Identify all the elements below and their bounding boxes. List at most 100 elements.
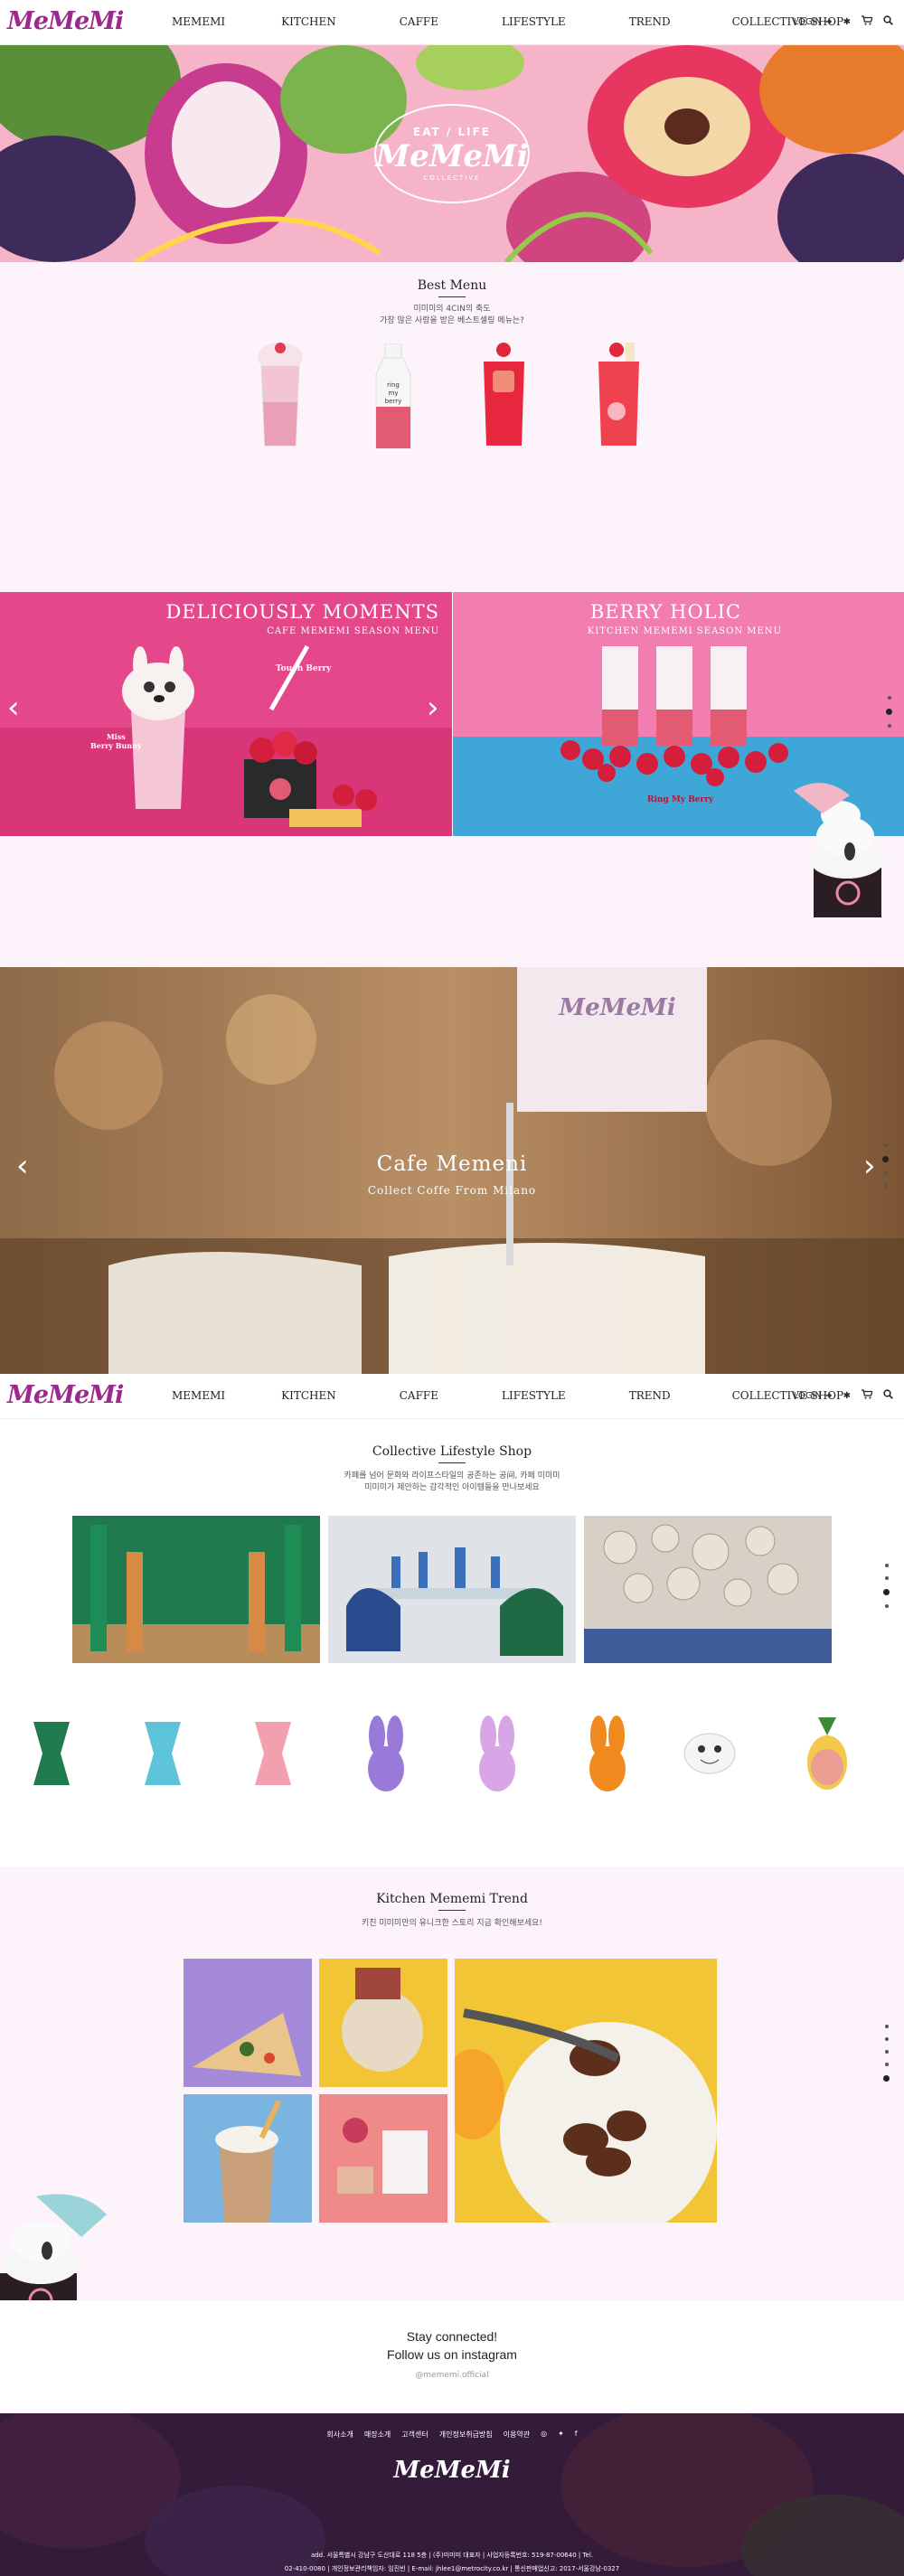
- twitter-icon[interactable]: ✦: [558, 2430, 564, 2440]
- gear-icon[interactable]: ✱: [843, 17, 851, 27]
- cart-icon[interactable]: [862, 1389, 873, 1402]
- promo-cafe-season[interactable]: DELICIOUSLY MOMENTS CAFE MEMEMI SEASON M…: [0, 592, 452, 836]
- trend-photo-risotto[interactable]: [319, 1959, 447, 2087]
- promo-cafe-subtitle: CAFE MEMEMI SEASON MENU: [267, 626, 439, 636]
- top-nav: MeMeMi MEMEMI KITCHEN CAFFE LIFESTYLE TR…: [0, 0, 904, 45]
- promo-prev-arrow[interactable]: ‹: [7, 690, 20, 726]
- footer-links: 회사소개 매장소개 고객센터 개인정보취급방침 이용약관 ◎ ✦ f: [0, 2430, 904, 2440]
- cart-icon[interactable]: [862, 15, 873, 28]
- badge-sub: COLLECTIVE: [423, 174, 481, 182]
- promo-pagination[interactable]: [886, 696, 892, 728]
- footer-link-stores[interactable]: 매장소개: [364, 2430, 391, 2440]
- instagram-section: Stay connected! Follow us on instagram @…: [0, 2300, 904, 2413]
- insta-line-1: Stay connected!: [406, 2329, 498, 2344]
- login-icon: ➜: [824, 16, 833, 27]
- site-logo[interactable]: MeMeMi: [7, 7, 124, 35]
- site-footer: 회사소개 매장소개 고객센터 개인정보취급방침 이용약관 ◎ ✦ f MeMeM…: [0, 2413, 904, 2576]
- lifestyle-desc-1: 카페를 넘어 문화와 라이프스타일의 공존하는 공间, 카페 미미미: [344, 1471, 560, 1481]
- sticky-menu-item-mememi[interactable]: MEMEMI: [172, 1389, 225, 1402]
- cafe-title: Cafe Memeni: [376, 1152, 528, 1176]
- utility-bar: LOGIN ➜ ✱: [794, 15, 893, 28]
- badge-eat-life: EAT / LIFE: [413, 126, 491, 138]
- menu-item-caffe[interactable]: CAFFE: [400, 15, 438, 28]
- lifestyle-photo-plates[interactable]: [584, 1516, 832, 1663]
- facebook-icon[interactable]: f: [575, 2430, 578, 2440]
- svg-text:my: my: [389, 390, 399, 397]
- footer-link-terms[interactable]: 이용약관: [504, 2430, 530, 2440]
- best-menu-desc-2: 가장 많은 사랑을 받은 베스트셀링 메뉴는?: [380, 316, 524, 325]
- footer-link-company[interactable]: 회사소개: [326, 2430, 353, 2440]
- search-icon[interactable]: [883, 15, 893, 28]
- insta-line-2: Follow us on instagram: [387, 2347, 517, 2362]
- sticky-menu-item-kitchen[interactable]: KITCHEN: [281, 1389, 336, 1402]
- menu-item-trend[interactable]: TREND: [629, 15, 671, 28]
- footer-logo[interactable]: MeMeMi: [0, 2457, 904, 2484]
- insta-handle[interactable]: @mememi.official: [0, 2371, 904, 2380]
- trend-pagination[interactable]: [883, 2025, 890, 2082]
- sticky-main-menu: MEMEMI KITCHEN CAFFE LIFESTYLE TREND COL…: [172, 1389, 843, 1402]
- login-link[interactable]: LOGIN ➜: [794, 17, 833, 27]
- footer-link-privacy[interactable]: 개인정보취급방침: [439, 2430, 493, 2440]
- title-underline: [438, 1462, 466, 1463]
- promo-tag-touch-berry: Touch Berry: [276, 664, 332, 673]
- promo-cafe-title: DELICIOUSLY MOMENTS: [165, 601, 439, 623]
- main-menu: MEMEMI KITCHEN CAFFE LIFESTYLE TREND COL…: [172, 15, 843, 28]
- menu-item-strawberry-ade[interactable]: [589, 339, 648, 452]
- gear-icon[interactable]: ✱: [843, 1391, 851, 1401]
- lifestyle-pagination[interactable]: [883, 1564, 890, 1608]
- product-green-stool[interactable]: [20, 1713, 83, 1794]
- sticky-menu-item-caffe[interactable]: CAFFE: [400, 1389, 438, 1402]
- lifestyle-photo-green-room[interactable]: [72, 1516, 320, 1663]
- trend-photo-ingredients[interactable]: [319, 2094, 447, 2223]
- title-underline: [438, 1910, 466, 1911]
- trend-section: Kitchen Mememi Trend 키친 미미미만의 유니크한 스토리 지…: [0, 1866, 904, 2323]
- product-face-plate[interactable]: [678, 1713, 741, 1794]
- best-menu-title: Best Menu: [417, 278, 487, 293]
- cafe-banner: MeMeMi Cafe Memeni Collect Coffe From Mi…: [0, 967, 904, 1374]
- menu-item-lifestyle[interactable]: LIFESTYLE: [502, 15, 566, 28]
- sticky-login-link[interactable]: LOGIN ➜: [794, 1391, 833, 1401]
- instagram-icon[interactable]: ◎: [541, 2430, 547, 2440]
- product-pink-stool[interactable]: [241, 1713, 305, 1794]
- lifestyle-photo-dining[interactable]: [328, 1516, 576, 1663]
- svg-text:ring: ring: [387, 381, 400, 389]
- trend-photo-pizza[interactable]: [184, 1959, 312, 2087]
- footer-info-line-2: 02-410-0080 | 개인정보관리책임자: 임진빈 | E-mail: j…: [284, 2565, 620, 2572]
- product-orange-bunny-chair[interactable]: [576, 1713, 639, 1794]
- trend-photo-steak-main[interactable]: [455, 1959, 717, 2223]
- cafe-pagination[interactable]: [882, 1143, 889, 1188]
- trend-photo-latte[interactable]: [184, 2094, 312, 2223]
- menu-item-ring-my-berry-bottle[interactable]: ring my berry: [371, 343, 416, 452]
- sticky-nav: MeMeMi MEMEMI KITCHEN CAFFE LIFESTYLE TR…: [0, 1374, 904, 1419]
- trend-title: Kitchen Mememi Trend: [376, 1892, 528, 1906]
- footer-info-line-1: add. 서울특별시 강남구 도산대로 118 5층 | (주)미미미 대표자 …: [310, 2552, 594, 2559]
- product-purple-bunny-chair[interactable]: [354, 1713, 418, 1794]
- promo-next-arrow[interactable]: ›: [427, 690, 439, 726]
- promo-tag-ring-my-berry: Ring My Berry: [647, 795, 714, 804]
- product-pineapple-jar[interactable]: [796, 1713, 859, 1794]
- svg-text:berry: berry: [385, 398, 402, 405]
- sticky-menu-item-trend[interactable]: TREND: [629, 1389, 671, 1402]
- footer-company-info: add. 서울특별시 강남구 도산대로 118 5층 | (주)미미미 대표자 …: [0, 2549, 904, 2576]
- menu-item-kitchen[interactable]: KITCHEN: [281, 15, 336, 28]
- search-icon[interactable]: [883, 1389, 893, 1402]
- login-icon: ➜: [824, 1390, 833, 1401]
- cafe-next-arrow[interactable]: ›: [863, 1148, 876, 1184]
- footer-link-support[interactable]: 고객센터: [401, 2430, 428, 2440]
- season-menu-section: DELICIOUSLY MOMENTS CAFE MEMEMI SEASON M…: [0, 592, 904, 967]
- sticky-site-logo[interactable]: MeMeMi: [7, 1381, 124, 1409]
- menu-item-mememi[interactable]: MEMEMI: [172, 15, 225, 28]
- lifestyle-desc-2: 미미미가 제안하는 감각적인 아이템들을 만나보세요: [364, 1483, 540, 1492]
- promo-kitchen-title: BERRY HOLIC: [589, 601, 741, 623]
- sticky-menu-item-lifestyle[interactable]: LIFESTYLE: [502, 1389, 566, 1402]
- menu-item-strawberry-soda[interactable]: [475, 339, 533, 452]
- login-label: LOGIN: [793, 16, 823, 27]
- cafe-prev-arrow[interactable]: ‹: [16, 1148, 29, 1184]
- menu-item-berry-shake[interactable]: [249, 339, 312, 452]
- badge-brand: MeMeMi: [375, 138, 529, 174]
- promo-tag-miss: Miss: [106, 732, 126, 741]
- trend-desc: 키친 미미미만의 유니크한 스토리 지금 확인해보세요!: [361, 1919, 543, 1928]
- product-blue-stool[interactable]: [131, 1713, 194, 1794]
- product-lilac-bunny-chair[interactable]: [466, 1713, 529, 1794]
- hero-logo-badge: EAT / LIFE MeMeMi COLLECTIVE: [374, 104, 530, 203]
